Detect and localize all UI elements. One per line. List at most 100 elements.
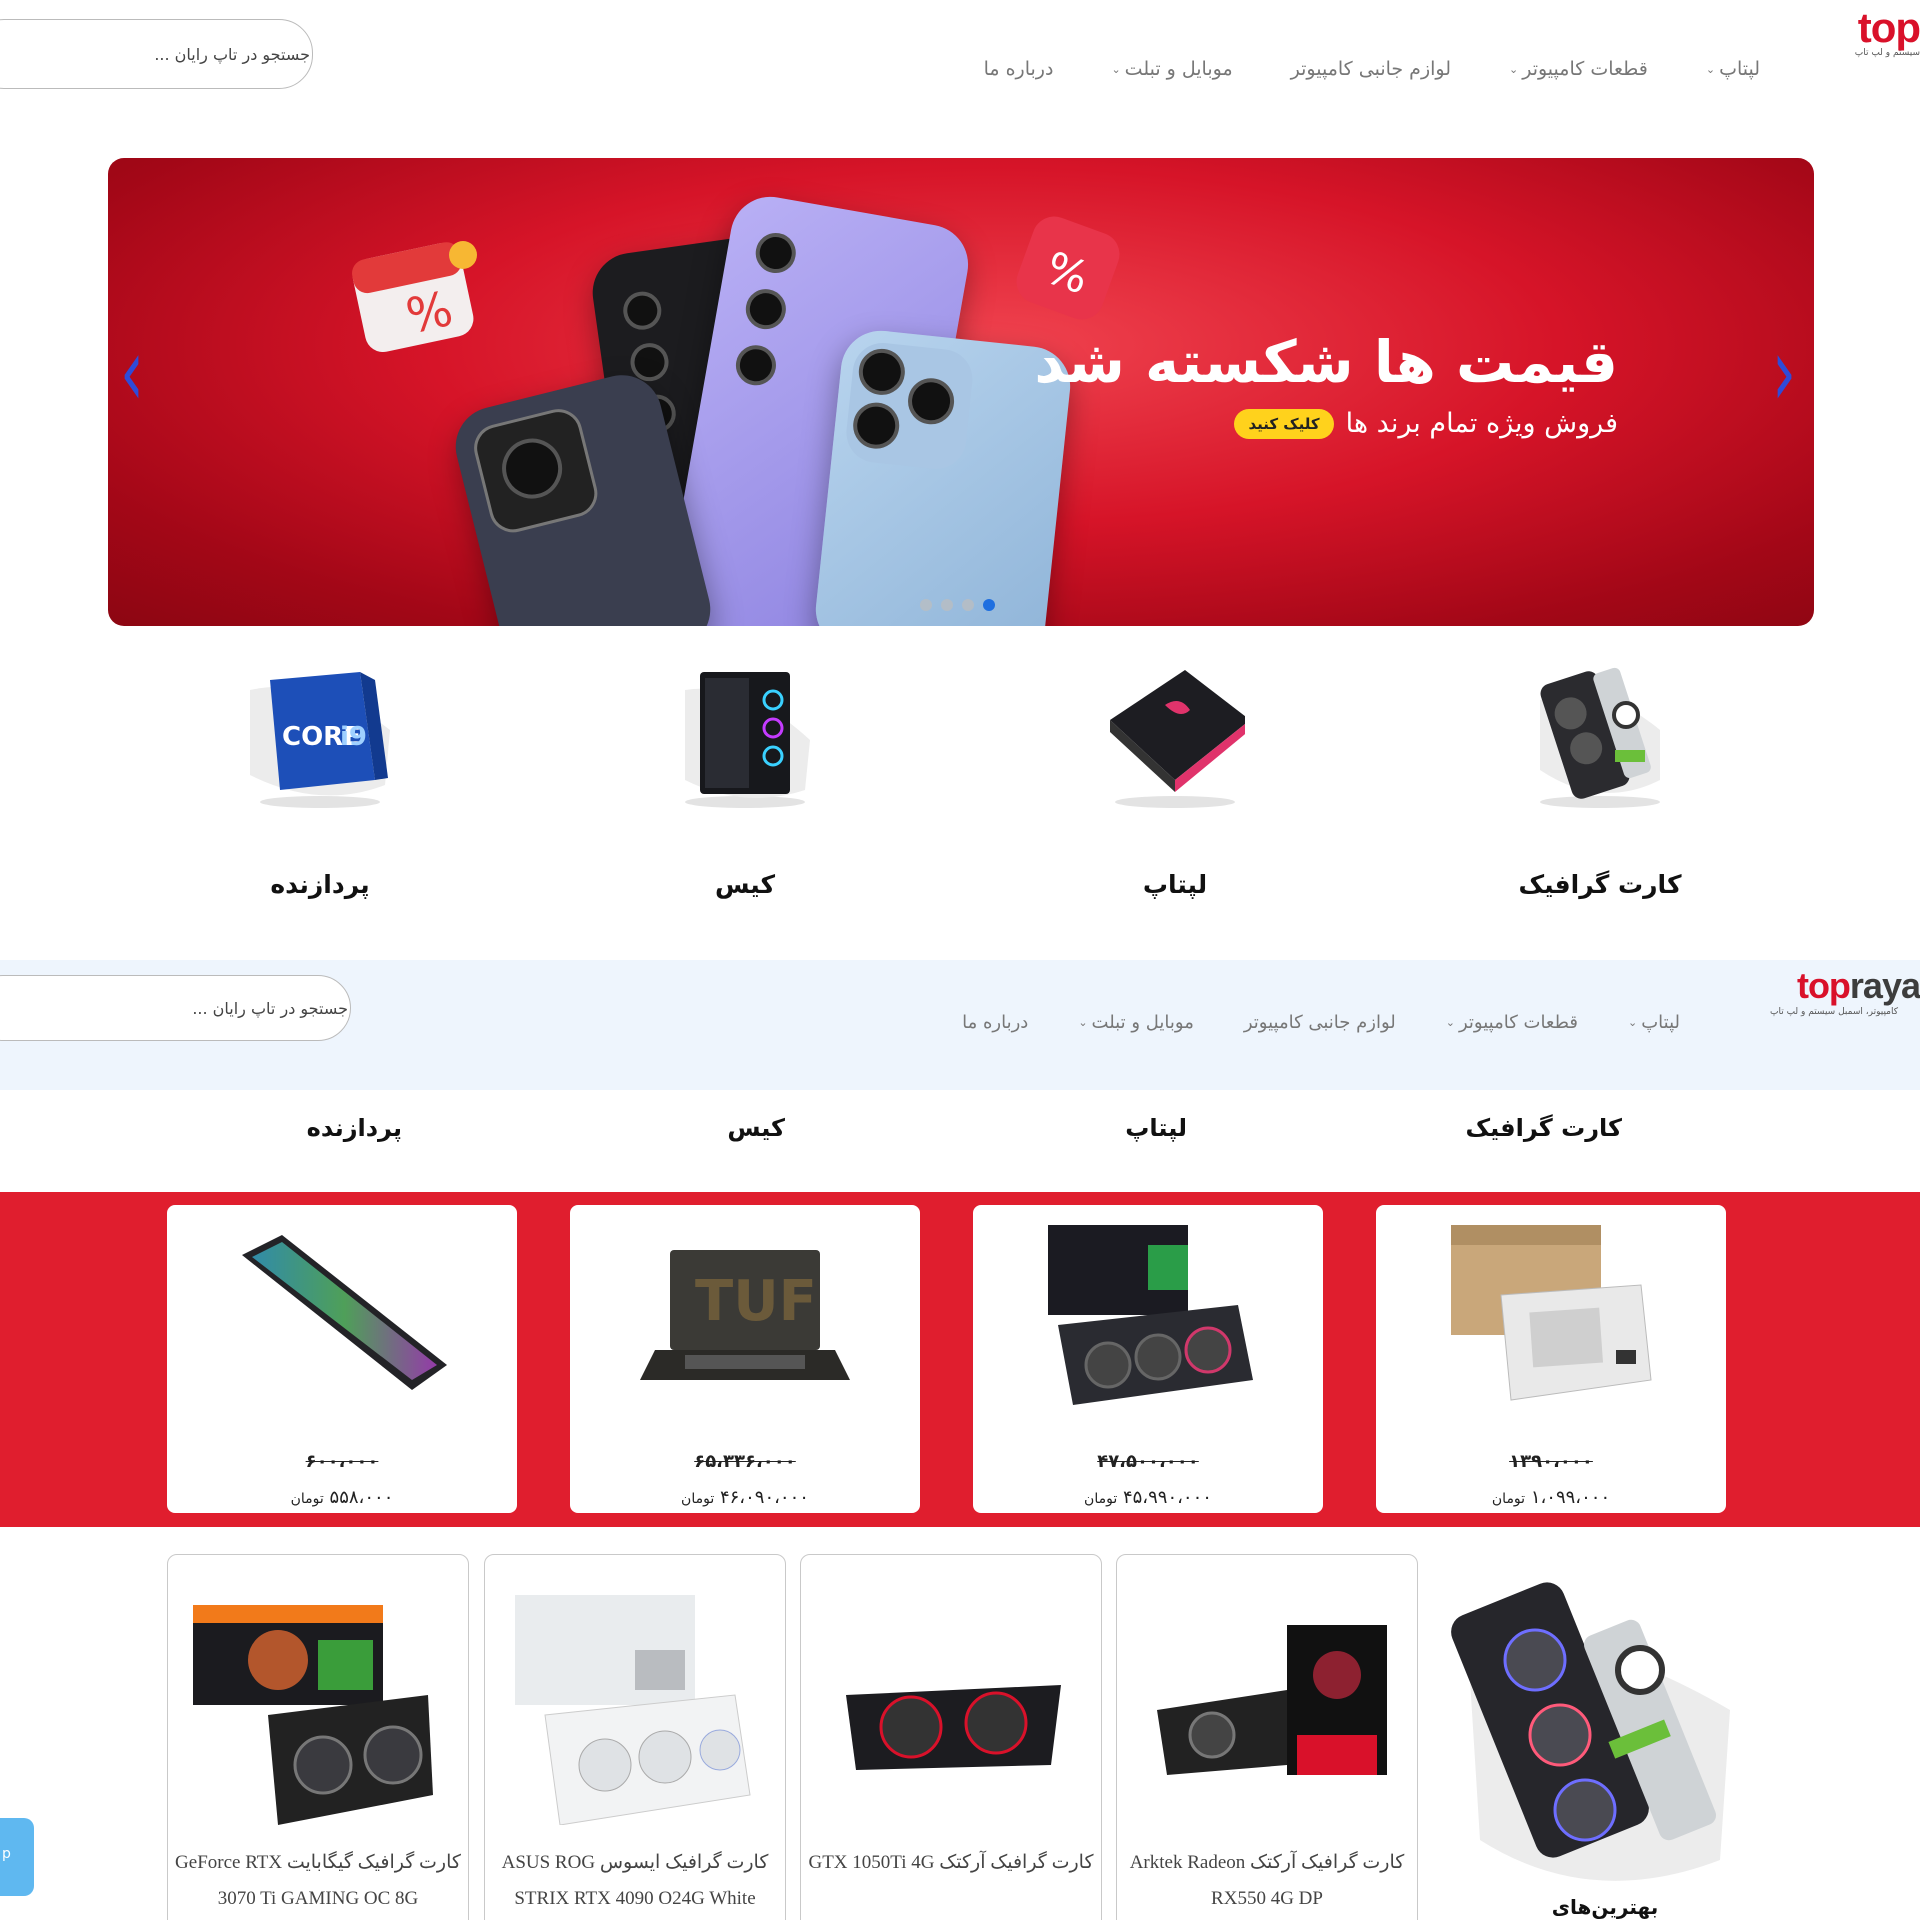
product-card[interactable]: کارت گرافیک گیگابایت GeForce RTX 3070 Ti…: [167, 1554, 469, 1920]
site-header: top سیستم و لپ تاپ لپتاپ ⌄ قطعات کامپیوتر…: [0, 0, 1920, 110]
slider-dot[interactable]: [962, 599, 974, 611]
product-name: کارت گرافیک ایسوس ASUS ROG STRIX RTX 409…: [501, 1852, 769, 1909]
new-price: ۴۶،۰۹۰،۰۰۰: [719, 1487, 809, 1508]
category-link-case[interactable]: کیس: [727, 1114, 785, 1142]
main-nav: لپتاپ ⌄ قطعات کامپیوتر ⌄ لوازم جانبی کامپی…: [984, 58, 1760, 80]
category-case[interactable]: کیس: [645, 660, 845, 899]
search-box[interactable]: [0, 19, 313, 89]
product-image: [1157, 1625, 1387, 1775]
discount-product-card[interactable]: ۶۰۰،۰۰۰ ۵۵۸،۰۰۰ تومان: [167, 1205, 517, 1513]
new-price-row: ۴۵،۹۹۰،۰۰۰ تومان: [973, 1487, 1323, 1508]
nav-item-laptop[interactable]: لپتاپ ⌄: [1706, 58, 1760, 80]
product-image: [515, 1595, 751, 1825]
product-card[interactable]: کارت گرافیک آرکتک GTX 1050Ti 4G: [800, 1554, 1102, 1920]
best-products-title: بهترین‌های: [1551, 1895, 1659, 1919]
nav-item-accessories[interactable]: لوازم جانبی کامپیوتر: [1291, 58, 1451, 80]
sticky-nav: لپتاپ ⌄ قطعات کامپیوتر ⌄ لوازم جانبی کامپی…: [962, 1012, 1680, 1033]
nav-item-mobile-tablet[interactable]: موبایل و تبلت ⌄: [1111, 58, 1232, 80]
svg-text:i9: i9: [340, 722, 367, 752]
chevron-right-icon[interactable]: ›: [1772, 317, 1796, 429]
old-price: ۴۷،۵۰۰،۰۰۰: [1097, 1451, 1199, 1472]
nav-item-about[interactable]: درباره ما: [962, 1012, 1028, 1033]
nav-item-computer-parts[interactable]: قطعات کامپیوتر ⌄: [1446, 1012, 1578, 1033]
chevron-down-icon: ⌄: [1078, 1016, 1088, 1029]
logo-text-dark: raya: [1849, 965, 1920, 1006]
calendar-discount-icon: %: [352, 241, 477, 353]
category-label: پردازنده: [270, 870, 370, 899]
nav-label: موبایل و تبلت: [1091, 1012, 1194, 1033]
nav-label: قطعات کامپیوتر: [1522, 58, 1648, 80]
nav-label: لپتاپ: [1719, 58, 1760, 80]
chevron-down-icon: ⌄: [1509, 62, 1519, 76]
case-image: [685, 672, 810, 808]
old-price: ۶۰۰،۰۰۰: [305, 1451, 379, 1472]
hero-banner[interactable]: % % قیمت ها شکسته شد فروش ویژه تمام برند…: [108, 158, 1814, 626]
new-price: ۱،۰۹۹،۰۰۰: [1530, 1487, 1611, 1508]
category-link-processor[interactable]: پردازنده: [307, 1114, 402, 1142]
product-card[interactable]: کارت گرافیک آرکتک Arktek Radeon RX550 4G…: [1116, 1554, 1418, 1920]
graphics-card-image: [1048, 1225, 1253, 1405]
chevron-left-icon[interactable]: ‹: [120, 317, 144, 429]
currency: تومان: [1491, 1491, 1526, 1507]
new-price-row: ۱،۰۹۹،۰۰۰ تومان: [1376, 1487, 1726, 1508]
svg-text:TUF: TUF: [695, 1269, 817, 1334]
banner-cta-button[interactable]: کلیک کنید: [1234, 408, 1334, 439]
chevron-down-icon: ⌄: [1628, 1016, 1638, 1029]
nav-item-mobile-tablet[interactable]: موبایل و تبلت ⌄: [1078, 1012, 1194, 1033]
nav-item-laptop[interactable]: لپتاپ ⌄: [1628, 1012, 1680, 1033]
nav-label: قطعات کامپیوتر: [1458, 1012, 1578, 1033]
category-link-laptop[interactable]: لپتاپ: [1125, 1114, 1187, 1142]
discount-tag-icon: %: [1016, 216, 1120, 320]
nav-item-computer-parts[interactable]: قطعات کامپیوتر ⌄: [1509, 58, 1648, 80]
laptop-image: [1110, 670, 1250, 808]
logo-tagline: سیستم و لپ تاپ: [1854, 48, 1920, 58]
slider-dot[interactable]: [920, 599, 932, 611]
category-link-graphics-card[interactable]: کارت گرافیک: [1466, 1114, 1622, 1142]
nav-item-accessories[interactable]: لوازم جانبی کامپیوتر: [1244, 1012, 1396, 1033]
product-card[interactable]: کارت گرافیک ایسوس ASUS ROG STRIX RTX 409…: [484, 1554, 786, 1920]
category-processor[interactable]: CORE i9 پردازنده: [220, 660, 420, 899]
nav-label: لوازم جانبی کامپیوتر: [1243, 1012, 1396, 1033]
product-image: [193, 1605, 433, 1825]
currency: تومان: [1084, 1491, 1118, 1507]
currency: تومان: [681, 1491, 715, 1507]
power-supply-image: [1451, 1225, 1652, 1401]
sticky-header: topraya کامپیوتر، اسمبل سیستم و لپ تاپ ل…: [0, 960, 1920, 1090]
banner-subtitle: فروش ویژه تمام برند ها: [1345, 408, 1618, 439]
sticky-search-box[interactable]: [0, 975, 351, 1041]
logo-tagline: کامپیوتر، اسمبل سیستم و لپ تاپ: [1770, 1007, 1899, 1017]
nav-label: موبایل و تبلت: [1124, 58, 1233, 80]
category-graphics-card[interactable]: کارت گرافیک: [1500, 660, 1700, 899]
slider-dot[interactable]: [941, 599, 953, 611]
product-image: [846, 1685, 1061, 1770]
sticky-logo[interactable]: topraya کامپیوتر، اسمبل سیستم و لپ تاپ: [1770, 965, 1920, 1017]
best-products-hero-image: [1451, 1582, 1730, 1881]
category-label: کارت گرافیک: [1518, 870, 1682, 899]
nav-label: درباره ما: [983, 58, 1054, 80]
logo[interactable]: top سیستم و لپ تاپ: [1855, 4, 1920, 58]
nav-label: لوازم جانبی کامپیوتر: [1290, 58, 1451, 80]
processor-image: CORE i9: [250, 672, 390, 808]
slider-dots: [920, 599, 995, 611]
logo-text: top: [1857, 4, 1920, 51]
nav-label: لپتاپ: [1641, 1012, 1680, 1033]
graphics-card-image: [1540, 667, 1660, 808]
keyboard-image: [242, 1235, 447, 1390]
discount-product-card[interactable]: ۴۷،۵۰۰،۰۰۰ ۴۵،۹۹۰،۰۰۰ تومان: [973, 1205, 1323, 1513]
discount-product-card[interactable]: TUF ۶۵،۳۳۶،۰۰۰ ۴۶،۰۹۰،۰۰۰ تومان: [570, 1205, 920, 1513]
new-price-row: ۴۶،۰۹۰،۰۰۰ تومان: [570, 1487, 920, 1508]
chevron-down-icon: ⌄: [1445, 1016, 1455, 1029]
chevron-down-icon: ⌄: [1705, 62, 1716, 76]
sticky-category-row: کارت گرافیک لپتاپ کیس پردازنده: [0, 1090, 1920, 1190]
search-input[interactable]: [0, 998, 350, 1018]
product-name: کارت گرافیک گیگابایت GeForce RTX 3070 Ti…: [175, 1852, 461, 1909]
chat-widget-tab[interactable]: p: [0, 1818, 34, 1896]
search-input[interactable]: [0, 44, 312, 64]
product-name: کارت گرافیک آرکتک GTX 1050Ti 4G: [808, 1852, 1094, 1873]
discount-product-card[interactable]: ۱۳۹۰،۰۰۰ ۱،۰۹۹،۰۰۰ تومان: [1376, 1205, 1726, 1513]
new-price: ۴۵،۹۹۰،۰۰۰: [1122, 1487, 1212, 1508]
nav-item-about[interactable]: درباره ما: [984, 58, 1054, 80]
slider-dot-active[interactable]: [983, 599, 995, 611]
old-price: ۱۳۹۰،۰۰۰: [1509, 1451, 1593, 1472]
category-laptop[interactable]: لپتاپ: [1075, 660, 1275, 899]
